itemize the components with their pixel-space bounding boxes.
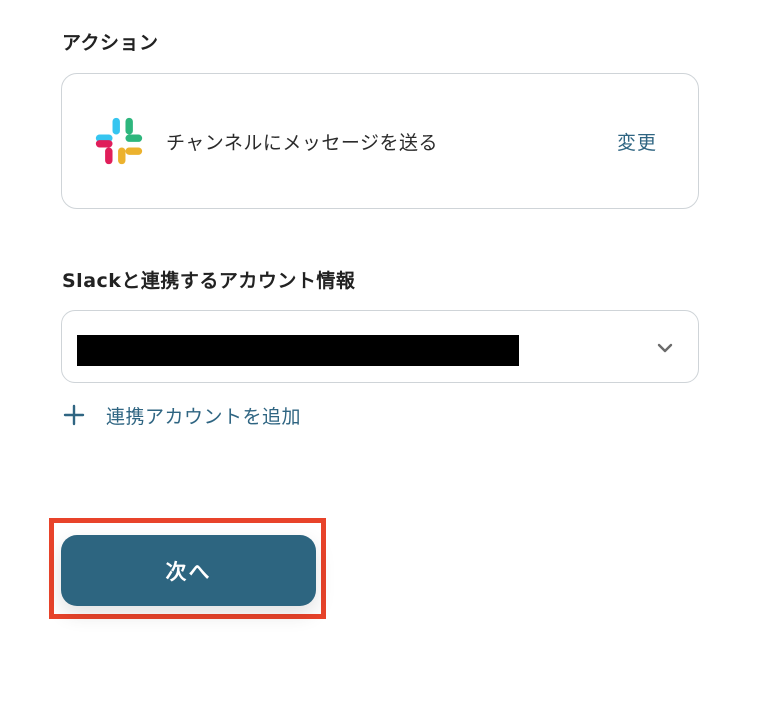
action-card: チャンネルにメッセージを送る 変更 (61, 73, 699, 209)
action-section-label: アクション (62, 32, 159, 54)
add-account-label: 連携アカウントを追加 (106, 405, 302, 428)
change-action-link[interactable]: 変更 (617, 128, 657, 155)
account-section-label: Slackと連携するアカウント情報 (62, 270, 356, 292)
slack-icon (95, 117, 143, 165)
redacted-account-value (77, 335, 519, 366)
page: アクション チャンネルにメッセージを送る 変更 Slackと連携するアカウント情… (0, 0, 772, 712)
add-account-button[interactable]: 連携アカウントを追加 (62, 400, 301, 430)
plus-icon (63, 404, 85, 426)
account-select[interactable] (61, 310, 699, 383)
action-name: チャンネルにメッセージを送る (166, 132, 439, 154)
next-button[interactable]: 次へ (61, 535, 316, 606)
chevron-down-icon (657, 343, 673, 353)
